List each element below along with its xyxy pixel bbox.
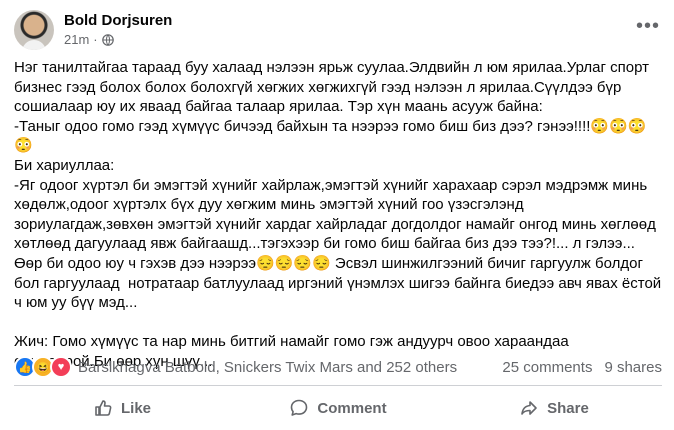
engagement-counts: 25 comments 9 shares bbox=[502, 359, 662, 376]
comments-count[interactable]: 25 comments bbox=[502, 359, 592, 376]
separator-dot: · bbox=[93, 32, 98, 47]
reaction-icons[interactable]: 👍 😆 ♥ bbox=[14, 356, 72, 378]
comment-label: Comment bbox=[317, 399, 387, 417]
reaction-names[interactable]: Barslkhagva Batbold, Snickers Twix Mars … bbox=[78, 359, 457, 376]
like-label: Like bbox=[120, 399, 151, 417]
post-header: Bold Dorjsuren 21m · bbox=[14, 10, 172, 50]
post-text: Нэг танилтайгаа тараад буу халаад нэлээн… bbox=[14, 59, 662, 370]
reactions-bar: 👍 😆 ♥ Barslkhagva Batbold, Snickers Twix… bbox=[14, 355, 662, 379]
more-options-icon[interactable]: ••• bbox=[636, 16, 660, 36]
author-meta: Bold Dorjsuren 21m · bbox=[64, 11, 172, 49]
comment-icon bbox=[291, 399, 308, 416]
post-subline: 21m · bbox=[64, 31, 172, 49]
share-button[interactable]: Share bbox=[446, 389, 662, 427]
like-button[interactable]: Like bbox=[14, 389, 230, 427]
thumbs-up-icon bbox=[95, 400, 112, 416]
avatar[interactable] bbox=[14, 10, 54, 50]
comment-button[interactable]: Comment bbox=[230, 389, 446, 427]
share-icon bbox=[521, 401, 537, 415]
share-label: Share bbox=[547, 399, 589, 417]
globe-icon bbox=[101, 34, 114, 46]
post-card: Bold Dorjsuren 21m · ••• Нэг танилтайгаа… bbox=[0, 0, 674, 430]
author-name[interactable]: Bold Dorjsuren bbox=[64, 11, 172, 30]
post-time[interactable]: 21m bbox=[64, 31, 89, 49]
divider bbox=[14, 385, 662, 386]
action-bar: Like Comment Share bbox=[14, 389, 662, 427]
love-icon: ♥ bbox=[50, 356, 72, 378]
shares-count[interactable]: 9 shares bbox=[604, 359, 662, 376]
